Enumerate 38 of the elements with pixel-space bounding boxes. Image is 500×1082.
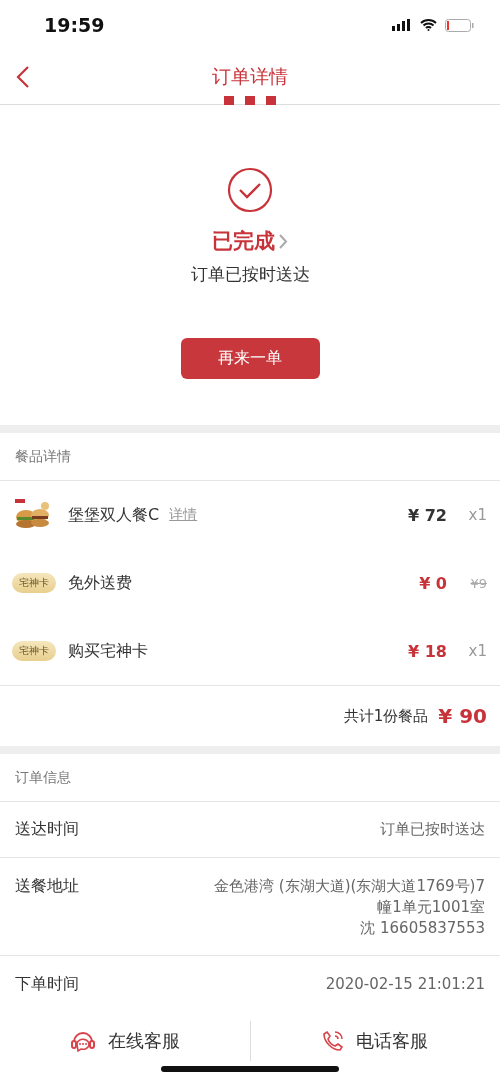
page-title: 订单详情 bbox=[212, 64, 288, 89]
total-label: 共计1份餐品 bbox=[343, 706, 429, 726]
total-price: ¥ 90 bbox=[438, 704, 487, 728]
status-time: 19:59 bbox=[44, 14, 105, 36]
info-value: 2020-02-15 21:01:21 bbox=[325, 974, 485, 995]
item-price: ¥ 72 bbox=[408, 505, 447, 525]
phone-service-button[interactable]: 电话客服 bbox=[250, 1021, 500, 1061]
info-value: 沈 16605837553 bbox=[360, 918, 485, 939]
signal-icon bbox=[392, 19, 412, 31]
section-header: 订单信息 bbox=[0, 754, 500, 802]
dots-icon bbox=[224, 96, 276, 105]
item-name: 免外送费 bbox=[68, 572, 132, 594]
item-price: ¥ 0 bbox=[419, 573, 447, 593]
info-value: 幢1单元1001室 bbox=[377, 897, 485, 918]
info-label: 下单时间 bbox=[15, 974, 79, 995]
card-badge: 宅神卡 bbox=[12, 573, 56, 593]
info-label: 送达时间 bbox=[15, 819, 79, 840]
item-quantity: x1 bbox=[467, 506, 487, 524]
section-header: 餐品详情 bbox=[0, 433, 500, 481]
info-label: 送餐地址 bbox=[15, 876, 79, 897]
back-icon[interactable] bbox=[16, 65, 30, 89]
wifi-icon bbox=[420, 19, 437, 31]
item-price: ¥ 18 bbox=[408, 641, 447, 661]
status-subtitle: 订单已按时送达 bbox=[190, 263, 310, 286]
info-value: 订单已按时送达 bbox=[380, 819, 485, 840]
reorder-button[interactable]: 再来一单 bbox=[180, 338, 320, 379]
original-price: ¥9 bbox=[469, 575, 487, 591]
headset-icon bbox=[69, 1029, 96, 1053]
phone-icon bbox=[322, 1030, 345, 1052]
online-service-button[interactable]: 在线客服 bbox=[0, 1021, 250, 1061]
order-status: 已完成 bbox=[212, 228, 275, 255]
card-badge: 宅神卡 bbox=[12, 641, 56, 661]
battery-icon bbox=[445, 18, 474, 32]
item-name: 购买宅神卡 bbox=[68, 640, 148, 662]
item-quantity: x1 bbox=[467, 642, 487, 660]
check-circle-icon bbox=[227, 167, 273, 213]
item-name: 堡堡双人餐C bbox=[68, 504, 160, 526]
info-value: 金色港湾 (东湖大道)(东湖大道1769号)7 bbox=[214, 876, 485, 897]
